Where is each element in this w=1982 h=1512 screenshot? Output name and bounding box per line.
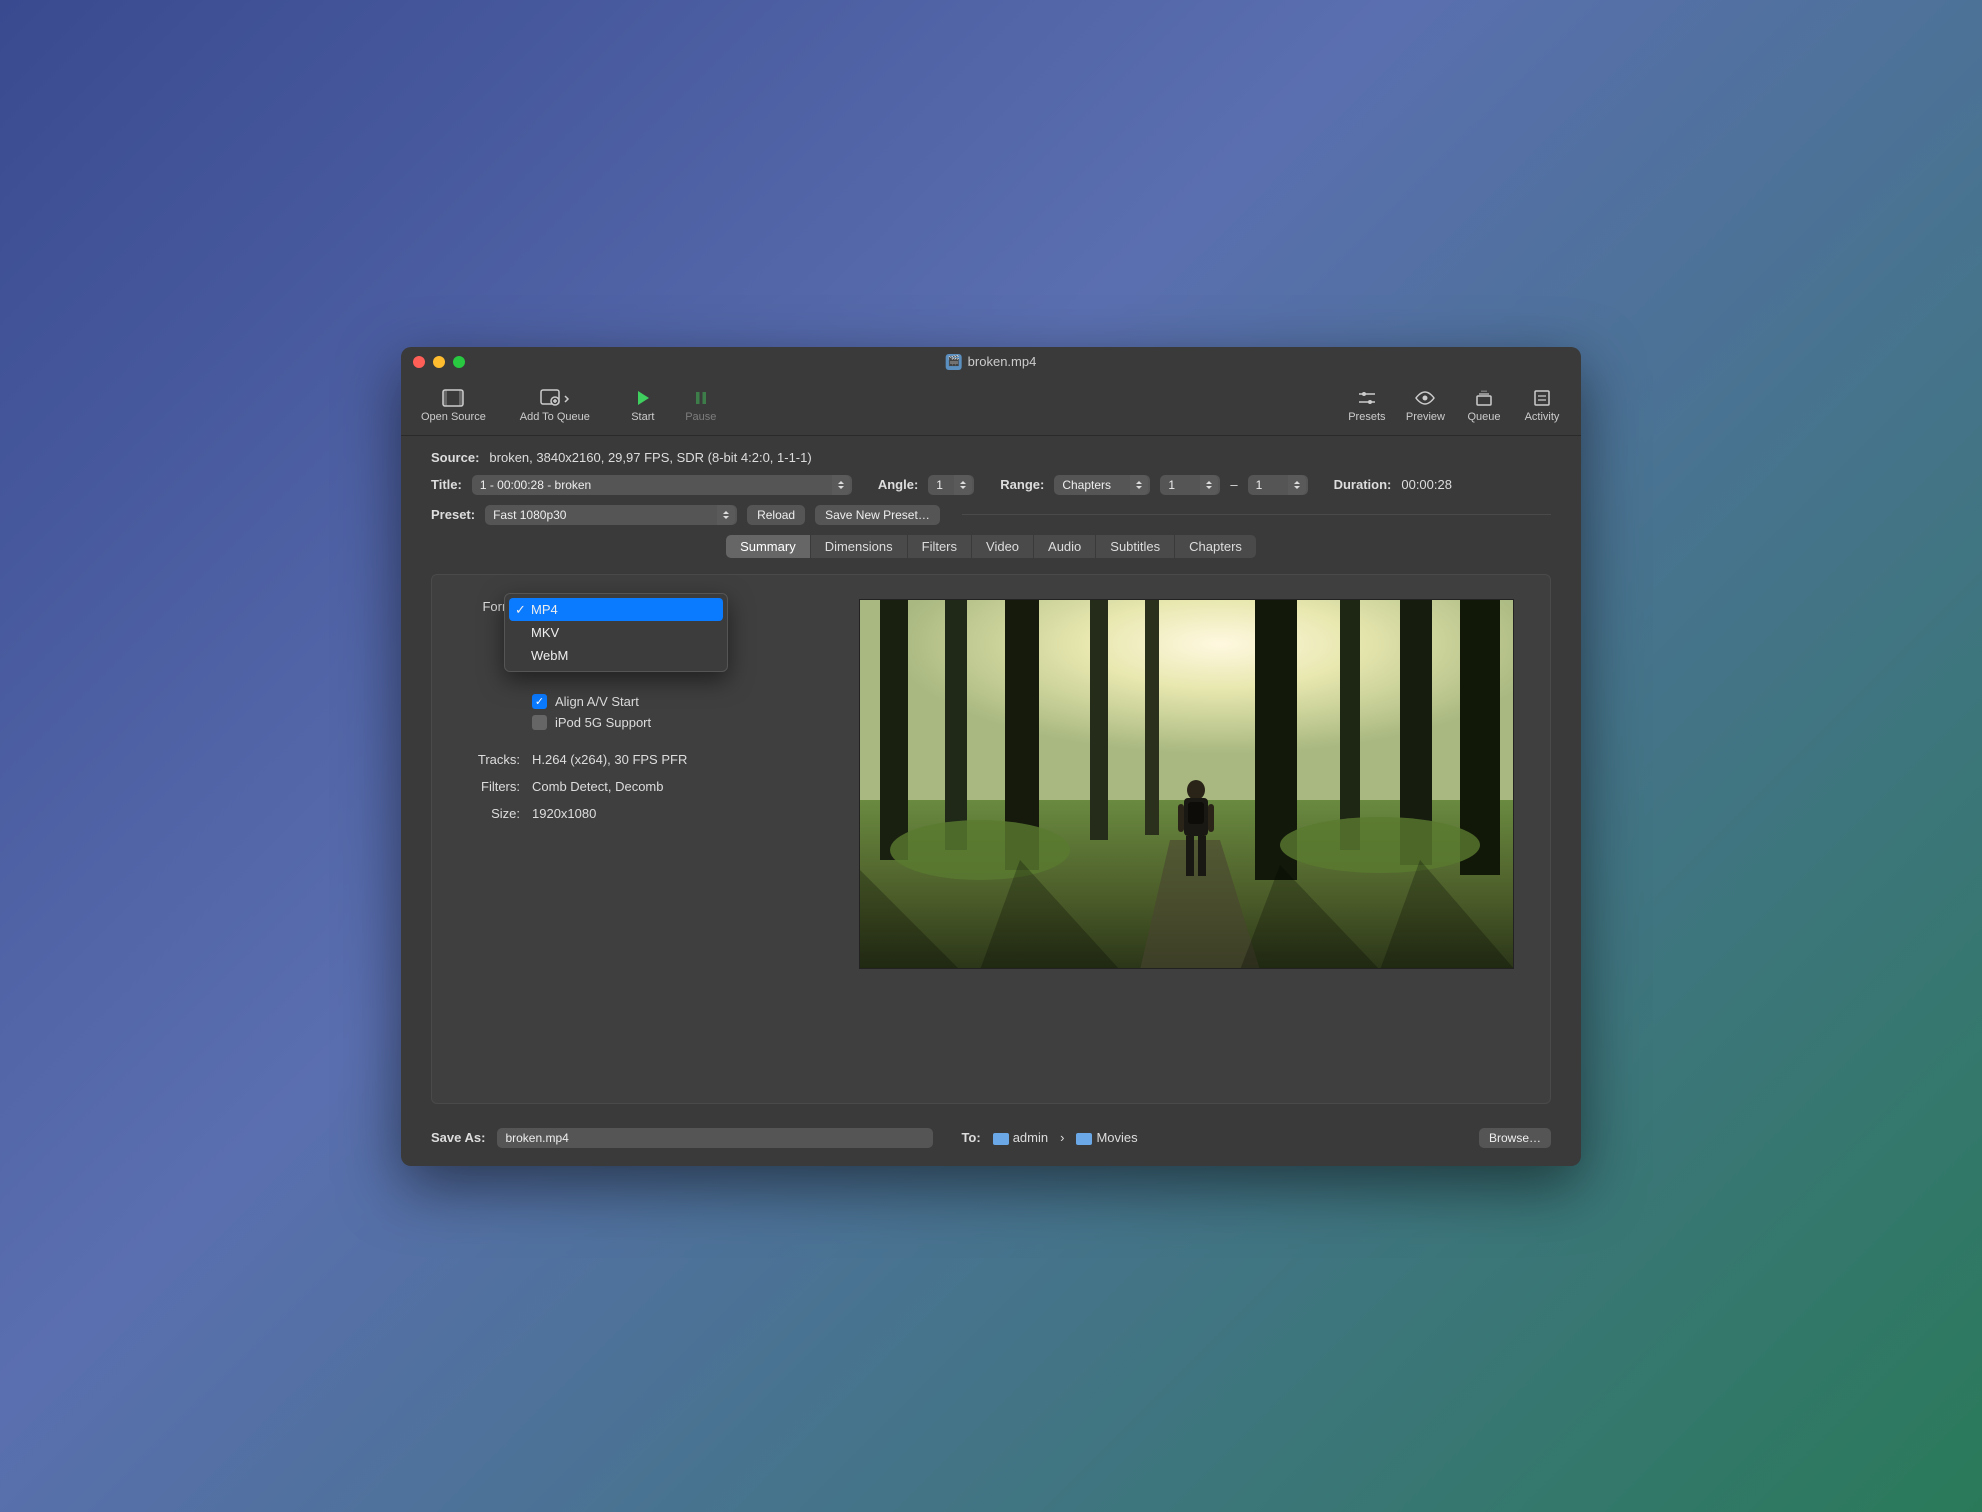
- filters-label: Filters:: [460, 779, 520, 794]
- align-av-label: Align A/V Start: [555, 694, 639, 709]
- presets-button[interactable]: Presets: [1342, 385, 1392, 425]
- duration-label: Duration:: [1334, 477, 1392, 492]
- reload-button[interactable]: Reload: [747, 505, 805, 525]
- format-dropdown-menu[interactable]: MP4 MKV WebM: [504, 593, 728, 672]
- ipod-label: iPod 5G Support: [555, 715, 651, 730]
- tab-bar: Summary Dimensions Filters Video Audio S…: [431, 535, 1551, 558]
- preview-button[interactable]: Preview: [1400, 385, 1451, 425]
- add-to-queue-button[interactable]: Add To Queue: [500, 385, 610, 425]
- title-row: Title: 1 - 00:00:28 - broken Angle: 1 Ra…: [431, 475, 1551, 495]
- activity-button[interactable]: Activity: [1517, 385, 1567, 425]
- chevron-updown-icon: [1200, 475, 1218, 495]
- summary-left: Forma MP4 MKV WebM ✓ Align A/V Start iPo…: [460, 599, 820, 1079]
- content-area: Source: broken, 3840x2160, 29,97 FPS, SD…: [401, 436, 1581, 1114]
- app-file-icon: 🎬: [946, 354, 962, 370]
- start-button[interactable]: Start: [618, 385, 668, 425]
- save-new-preset-button[interactable]: Save New Preset…: [815, 505, 940, 525]
- source-value: broken, 3840x2160, 29,97 FPS, SDR (8-bit…: [489, 450, 811, 465]
- range-from-select[interactable]: 1: [1160, 475, 1220, 495]
- ipod-row: iPod 5G Support: [532, 715, 820, 730]
- app-window: 🎬 broken.mp4 Open Source Add To Queue St…: [401, 347, 1581, 1166]
- source-row: Source: broken, 3840x2160, 29,97 FPS, SD…: [431, 450, 1551, 465]
- traffic-lights: [413, 356, 465, 368]
- forest-scene-icon: [860, 600, 1514, 969]
- align-av-checkbox[interactable]: ✓: [532, 694, 547, 709]
- format-option-mp4[interactable]: MP4: [509, 598, 723, 621]
- queue-button[interactable]: Queue: [1459, 385, 1509, 425]
- to-label: To:: [961, 1130, 980, 1145]
- pause-icon: [694, 387, 708, 409]
- open-source-button[interactable]: Open Source: [415, 385, 492, 425]
- format-option-webm[interactable]: WebM: [509, 644, 723, 667]
- add-image-icon: [540, 387, 570, 409]
- window-title: 🎬 broken.mp4: [946, 354, 1037, 370]
- angle-select[interactable]: 1: [928, 475, 974, 495]
- align-av-row: ✓ Align A/V Start: [532, 694, 820, 709]
- path-segment-1[interactable]: admin: [993, 1130, 1048, 1145]
- eye-icon: [1414, 387, 1436, 409]
- preset-row: Preset: Fast 1080p30 Reload Save New Pre…: [431, 505, 1551, 525]
- tab-filters[interactable]: Filters: [908, 535, 972, 558]
- bottom-bar: Save As: broken.mp4 To: admin › Movies B…: [401, 1114, 1581, 1166]
- toolbar: Open Source Add To Queue Start Pause Pre…: [401, 377, 1581, 436]
- ipod-checkbox[interactable]: [532, 715, 547, 730]
- save-as-field[interactable]: broken.mp4: [497, 1128, 933, 1148]
- source-label: Source:: [431, 450, 479, 465]
- preset-label: Preset:: [431, 507, 475, 522]
- browse-button[interactable]: Browse…: [1479, 1128, 1551, 1148]
- tracks-value: H.264 (x264), 30 FPS PFR: [532, 752, 687, 767]
- divider: [962, 514, 1551, 515]
- chevron-updown-icon: [832, 475, 850, 495]
- tab-summary[interactable]: Summary: [726, 535, 811, 558]
- angle-label: Angle:: [878, 477, 918, 492]
- range-select[interactable]: Chapters: [1054, 475, 1150, 495]
- range-label: Range:: [1000, 477, 1044, 492]
- path-segment-2[interactable]: Movies: [1076, 1130, 1137, 1145]
- preset-select[interactable]: Fast 1080p30: [485, 505, 737, 525]
- folder-icon: [1076, 1133, 1092, 1145]
- size-value: 1920x1080: [532, 806, 596, 821]
- checklist-icon: [1533, 387, 1551, 409]
- stack-icon: [1474, 387, 1494, 409]
- format-option-mkv[interactable]: MKV: [509, 621, 723, 644]
- pause-button[interactable]: Pause: [676, 385, 726, 425]
- minimize-button[interactable]: [433, 356, 445, 368]
- filters-value: Comb Detect, Decomb: [532, 779, 664, 794]
- preview-area: [850, 599, 1522, 1079]
- path-separator: ›: [1060, 1130, 1064, 1145]
- tab-video[interactable]: Video: [972, 535, 1034, 558]
- tab-subtitles[interactable]: Subtitles: [1096, 535, 1175, 558]
- preview-thumbnail[interactable]: [859, 599, 1514, 969]
- summary-panel: Forma MP4 MKV WebM ✓ Align A/V Start iPo…: [431, 574, 1551, 1104]
- range-to-select[interactable]: 1: [1248, 475, 1308, 495]
- chevron-updown-icon: [1288, 475, 1306, 495]
- title-select[interactable]: 1 - 00:00:28 - broken: [472, 475, 852, 495]
- play-icon: [635, 387, 651, 409]
- tracks-label: Tracks:: [460, 752, 520, 767]
- chevron-updown-icon: [954, 475, 972, 495]
- duration-value: 00:00:28: [1401, 477, 1452, 492]
- title-label: Title:: [431, 477, 462, 492]
- zoom-button[interactable]: [453, 356, 465, 368]
- titlebar: 🎬 broken.mp4: [401, 347, 1581, 377]
- range-dash: –: [1230, 477, 1237, 492]
- close-button[interactable]: [413, 356, 425, 368]
- tab-chapters[interactable]: Chapters: [1175, 535, 1256, 558]
- save-as-label: Save As:: [431, 1130, 485, 1145]
- chevron-updown-icon: [1130, 475, 1148, 495]
- size-label: Size:: [460, 806, 520, 821]
- chevron-updown-icon: [717, 505, 735, 525]
- window-title-text: broken.mp4: [968, 354, 1037, 369]
- sliders-icon: [1357, 387, 1377, 409]
- tab-dimensions[interactable]: Dimensions: [811, 535, 908, 558]
- tab-audio[interactable]: Audio: [1034, 535, 1096, 558]
- folder-icon: [993, 1133, 1009, 1145]
- film-icon: [442, 387, 464, 409]
